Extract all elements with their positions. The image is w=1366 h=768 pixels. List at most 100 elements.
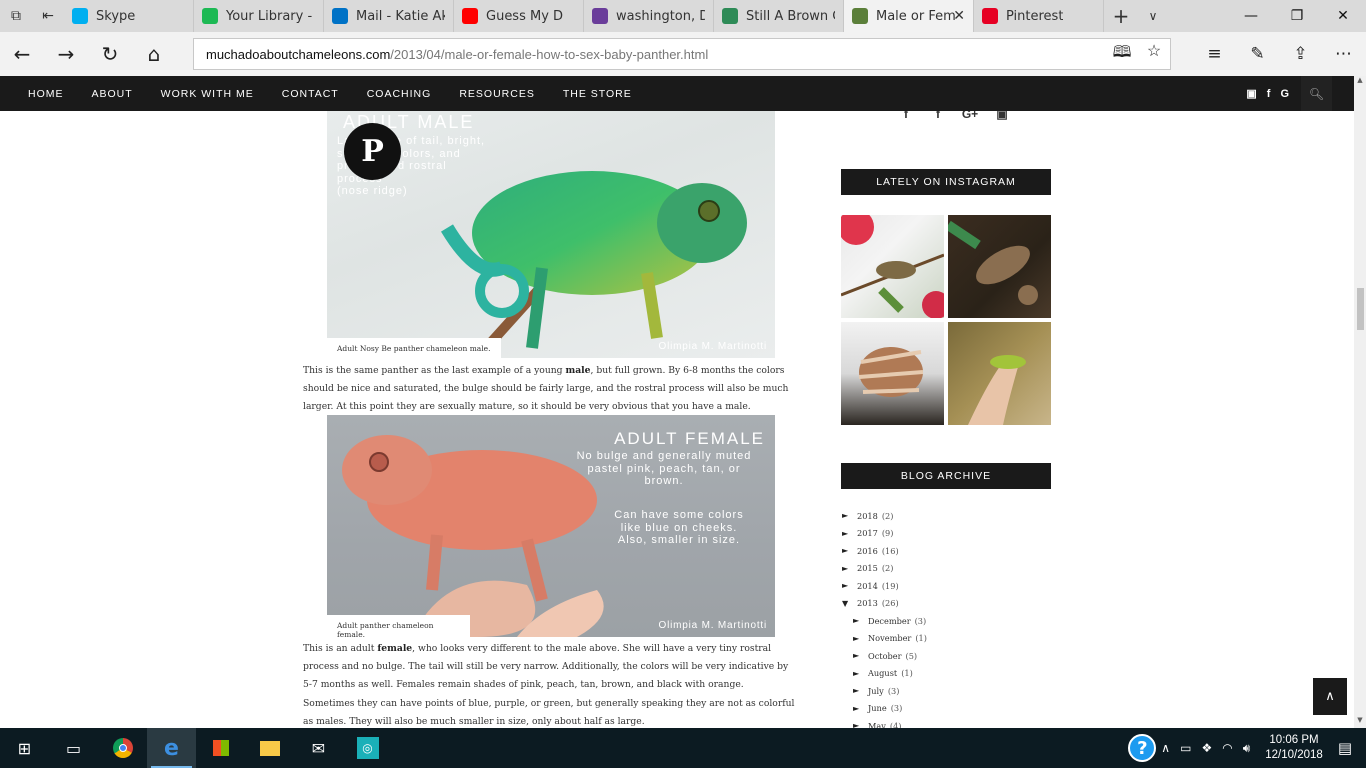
archive-item[interactable]: ► 2018 (2): [842, 507, 927, 525]
help-icon[interactable]: ?: [1128, 734, 1157, 762]
triangle-down-icon[interactable]: ▼: [842, 599, 857, 608]
address-bar[interactable]: muchadoaboutchameleons.com/2013/04/male-…: [193, 38, 1171, 70]
scroll-up-arrow[interactable]: ▲: [1354, 76, 1366, 88]
archive-item[interactable]: ► November (1): [842, 630, 927, 648]
share-icon[interactable]: ⇪: [1279, 44, 1322, 64]
back-to-top-button[interactable]: ∧: [1313, 678, 1347, 715]
nav-item-coaching[interactable]: COACHING: [367, 88, 432, 100]
close-tab-icon[interactable]: ✕: [953, 8, 965, 24]
instagram-photo[interactable]: [948, 215, 1051, 318]
favorites-hub-icon[interactable]: ≡: [1193, 44, 1236, 64]
archive-label[interactable]: October: [868, 651, 902, 661]
dropbox-icon[interactable]: ❖: [1201, 741, 1212, 755]
back-button[interactable]: ←: [0, 32, 44, 76]
clock[interactable]: 10:06 PM 12/10/2018: [1265, 733, 1323, 763]
nav-item-contact[interactable]: CONTACT: [282, 88, 339, 100]
browser-tab[interactable]: Your Library - Sp: [194, 0, 324, 32]
windows-start-icon[interactable]: ⊞: [0, 728, 49, 768]
mail-icon[interactable]: ✉: [294, 728, 343, 768]
store-icon[interactable]: [196, 728, 245, 768]
triangle-right-icon[interactable]: ►: [853, 721, 868, 728]
triangle-right-icon[interactable]: ►: [842, 511, 857, 520]
triangle-right-icon[interactable]: ►: [853, 704, 868, 713]
tab-preview-icon[interactable]: ⧉: [0, 0, 32, 32]
facebook-icon[interactable]: f: [1267, 88, 1271, 100]
instagram-photo[interactable]: [841, 215, 944, 318]
archive-label[interactable]: 2016: [857, 546, 878, 556]
browser-tab[interactable]: Guess My D: [454, 0, 584, 32]
browser-tab[interactable]: Skype: [64, 0, 194, 32]
archive-label[interactable]: August: [868, 668, 897, 678]
scroll-thumb[interactable]: [1357, 288, 1364, 330]
archive-label[interactable]: July: [868, 686, 884, 696]
refresh-button[interactable]: ↻: [88, 32, 132, 76]
more-icon[interactable]: ⋯: [1322, 44, 1365, 64]
triangle-right-icon[interactable]: ►: [853, 669, 868, 678]
archive-item[interactable]: ► May (4): [842, 717, 927, 728]
set-aside-tabs-icon[interactable]: ⇤: [32, 0, 64, 32]
pinterest-save-button[interactable]: P: [344, 123, 401, 180]
archive-item[interactable]: ► 2014 (19): [842, 577, 927, 595]
archive-label[interactable]: 2015: [857, 563, 878, 573]
browser-tab[interactable]: Male or Fem ✕: [844, 0, 974, 32]
archive-item[interactable]: ► 2015 (2): [842, 560, 927, 578]
nav-item-home[interactable]: HOME: [28, 88, 64, 100]
archive-label[interactable]: December: [868, 616, 911, 626]
archive-item[interactable]: ► August (1): [842, 665, 927, 683]
triangle-right-icon[interactable]: ►: [842, 581, 857, 590]
favorite-star-icon[interactable]: ☆: [1138, 41, 1170, 68]
notifications-icon[interactable]: ▤: [1338, 739, 1352, 757]
archive-item[interactable]: ▼ 2013 (26): [842, 595, 927, 613]
restore-button[interactable]: ❐: [1274, 0, 1320, 32]
google-plus-icon[interactable]: G: [1280, 88, 1289, 100]
triangle-right-icon[interactable]: ►: [853, 686, 868, 695]
triangle-right-icon[interactable]: ►: [853, 616, 868, 625]
archive-item[interactable]: ► 2016 (16): [842, 542, 927, 560]
browser-tab[interactable]: Pinterest: [974, 0, 1104, 32]
reading-view-icon[interactable]: 🕮: [1106, 41, 1138, 68]
page-scrollbar[interactable]: ▲ ▼: [1354, 76, 1366, 728]
instagram-icon[interactable]: ▣: [1246, 87, 1256, 100]
instagram-photo[interactable]: [948, 322, 1051, 425]
search-icon[interactable]: 🔍︎: [1301, 75, 1332, 112]
nav-item-the-store[interactable]: THE STORE: [563, 88, 632, 100]
battery-icon[interactable]: ▭: [1180, 741, 1191, 755]
archive-item[interactable]: ► July (3): [842, 682, 927, 700]
browser-tab[interactable]: washington, DC: [584, 0, 714, 32]
new-tab-button[interactable]: +: [1104, 0, 1138, 32]
archive-label[interactable]: June: [868, 703, 887, 713]
instagram-photo[interactable]: [841, 322, 944, 425]
archive-label[interactable]: November: [868, 633, 911, 643]
browser-tab[interactable]: Still A Brown Cc: [714, 0, 844, 32]
archive-label[interactable]: 2017: [857, 528, 878, 538]
chrome-icon[interactable]: [98, 728, 147, 768]
triangle-right-icon[interactable]: ►: [842, 564, 857, 573]
archive-label[interactable]: May: [868, 721, 886, 728]
pen-notes-icon[interactable]: ✎: [1236, 44, 1279, 64]
browser-tab[interactable]: Mail - Katie Aki: [324, 0, 454, 32]
forward-button[interactable]: →: [44, 32, 88, 76]
archive-label[interactable]: 2014: [857, 581, 878, 591]
instagram-icon[interactable]: ▣: [986, 111, 1018, 121]
facebook-icon[interactable]: f: [922, 111, 954, 121]
archive-item[interactable]: ► June (3): [842, 700, 927, 718]
triangle-right-icon[interactable]: ►: [842, 546, 857, 555]
file-explorer-icon[interactable]: [245, 728, 294, 768]
triangle-right-icon[interactable]: ►: [842, 529, 857, 538]
chevron-down-icon[interactable]: ∨: [1138, 0, 1168, 32]
archive-item[interactable]: ► October (5): [842, 647, 927, 665]
nav-item-about[interactable]: ABOUT: [92, 88, 133, 100]
archive-label[interactable]: 2018: [857, 511, 878, 521]
google-plus-icon[interactable]: G+: [954, 111, 986, 121]
nav-item-work-with-me[interactable]: WORK WITH ME: [161, 88, 254, 100]
wifi-icon[interactable]: ◠: [1222, 741, 1232, 755]
archive-item[interactable]: ► December (3): [842, 612, 927, 630]
minimize-button[interactable]: —: [1228, 0, 1274, 32]
edge-icon[interactable]: e: [147, 728, 196, 768]
camera-app-icon[interactable]: ◎: [343, 728, 392, 768]
close-window-button[interactable]: ✕: [1320, 0, 1366, 32]
scroll-down-arrow[interactable]: ▼: [1354, 716, 1366, 728]
triangle-right-icon[interactable]: ►: [853, 651, 868, 660]
triangle-right-icon[interactable]: ►: [853, 634, 868, 643]
chevron-up-icon[interactable]: ∧: [1161, 741, 1170, 755]
